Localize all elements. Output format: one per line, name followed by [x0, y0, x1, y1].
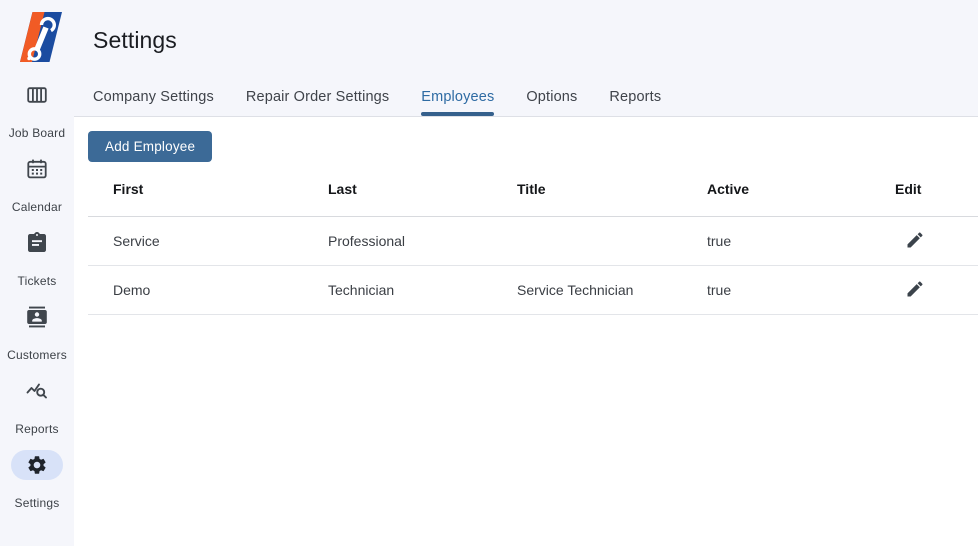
cell-active: true: [707, 216, 895, 266]
column-header-last: Last: [328, 162, 517, 217]
edit-employee-button[interactable]: [903, 277, 927, 301]
sidebar-item-label: Calendar: [11, 200, 63, 214]
app-window: Job Board Calendar Tickets Customers Rep…: [0, 0, 978, 546]
cell-title: [517, 216, 707, 266]
add-employee-button[interactable]: Add Employee: [88, 131, 213, 162]
employees-panel: Add Employee First Last Title Active Edi…: [74, 117, 978, 546]
settings-gear-icon: [28, 456, 46, 474]
active-tab-indicator: [421, 112, 495, 116]
tab-employees[interactable]: Employees: [421, 89, 495, 116]
job-board-icon: [27, 87, 47, 103]
sidebar-item-customers[interactable]: Customers: [7, 302, 67, 362]
sidebar-item-label: Tickets: [17, 274, 57, 288]
sidebar-item-calendar[interactable]: Calendar: [11, 154, 63, 214]
edit-employee-button[interactable]: [903, 228, 927, 252]
cell-first: Service: [88, 216, 328, 266]
sidebar-item-tickets[interactable]: Tickets: [11, 228, 63, 288]
cell-first: Demo: [88, 265, 328, 315]
tab-bar: Company Settings Repair Order Settings E…: [74, 80, 978, 117]
table-header-row: First Last Title Active Edit: [88, 162, 978, 217]
column-header-active: Active: [707, 162, 895, 217]
tab-repair-order-settings[interactable]: Repair Order Settings: [246, 89, 389, 116]
sidebar-item-job-board[interactable]: Job Board: [9, 80, 66, 140]
calendar-icon: [27, 159, 47, 179]
page-header: Settings: [74, 0, 978, 80]
table-row: Demo Technician Service Technician true: [88, 265, 978, 315]
pencil-icon: [907, 281, 923, 297]
tab-company-settings[interactable]: Company Settings: [93, 89, 214, 116]
cell-title: Service Technician: [517, 265, 707, 315]
table-row: Service Professional true: [88, 216, 978, 266]
employees-table: First Last Title Active Edit Service Pro…: [88, 162, 978, 315]
wrench-logo-icon: [20, 12, 62, 62]
column-header-edit: Edit: [895, 162, 978, 217]
sidebar-nav: Job Board Calendar Tickets Customers Rep…: [7, 80, 67, 510]
reports-icon: [26, 383, 47, 399]
cell-last: Professional: [328, 216, 517, 266]
app-logo: [11, 10, 63, 64]
main-area: Settings Company Settings Repair Order S…: [74, 0, 978, 546]
sidebar-item-reports[interactable]: Reports: [11, 376, 63, 436]
tab-options[interactable]: Options: [526, 89, 577, 116]
page-title: Settings: [93, 26, 177, 53]
sidebar-item-label: Job Board: [8, 126, 66, 140]
column-header-first: First: [88, 162, 328, 217]
tab-reports[interactable]: Reports: [609, 89, 661, 116]
tickets-icon: [27, 232, 46, 252]
active-item-pill: [10, 450, 63, 480]
sidebar: Job Board Calendar Tickets Customers Rep…: [0, 0, 74, 546]
sidebar-item-label: Reports: [15, 422, 59, 436]
cell-last: Technician: [328, 265, 517, 315]
customers-icon: [27, 306, 47, 328]
column-header-title: Title: [517, 162, 707, 217]
sidebar-item-label: Customers: [7, 348, 67, 362]
pencil-icon: [907, 232, 923, 248]
cell-active: true: [707, 265, 895, 315]
sidebar-item-settings[interactable]: Settings: [10, 450, 63, 510]
sidebar-item-label: Settings: [14, 496, 60, 510]
